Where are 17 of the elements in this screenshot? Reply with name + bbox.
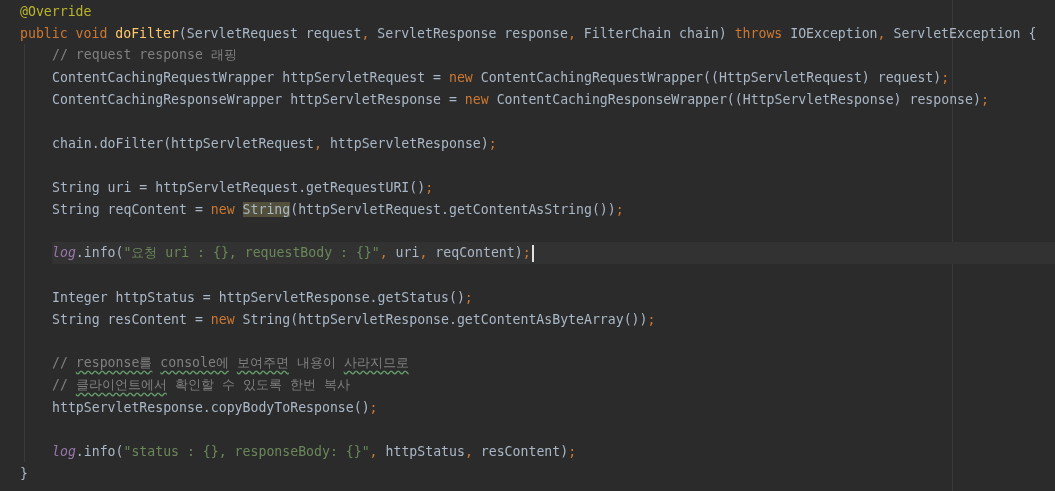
code-line: @Override [20,3,92,19]
code-line: // 클라이언트에서 확인할 수 있도록 한번 복사 [52,376,350,394]
code-line: String resContent = new String(httpServletResponse.getContentAsByteArray()); [52,311,656,327]
code-line: httpServletResponse.copyBodyToResponse(); [52,399,378,415]
code-line: log.info("status : {}, responseBody: {}", httpStatus, resContent); [52,443,577,459]
code-line: String uri = httpServletRequest.getRequestURI(); [52,179,434,195]
code-line: String reqContent = new String(httpServletRequest.getContentAsString()); [52,201,624,217]
code-line: public void doFilter(ServletRequest request, ServletResponse response, FilterChain chain) throws IOException, ServletException { [20,25,1037,41]
code-line: // request response 래핑 [52,46,237,64]
code-line: // response를 console에 보여주면 내용이 사라지므로 [52,354,409,372]
code-line: log.info("요청 uri : {}, requestBody : {}", uri, reqContent); [52,244,531,262]
code-line: chain.doFilter(httpServletRequest, httpServletResponse); [52,135,497,151]
code-line: ContentCachingRequestWrapper httpServletRequest = new ContentCachingRequestWrapper((HttpServletRequest) request); [52,69,950,85]
code-line: Integer httpStatus = httpServletResponse.getStatus(); [52,289,473,305]
code-line: } [20,465,28,481]
code-line: ContentCachingResponseWrapper httpServletResponse = new ContentCachingResponseWrapper((HttpServletResponse) response); [52,91,989,107]
text-cursor [531,244,534,262]
